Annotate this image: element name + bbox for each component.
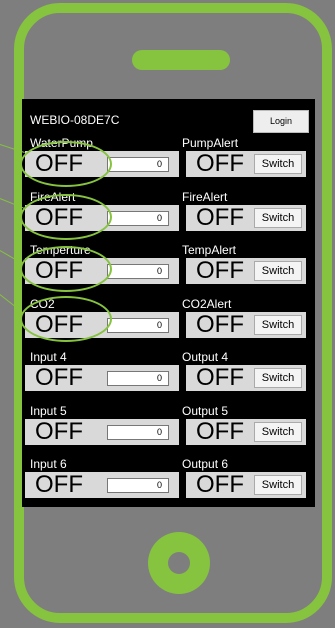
speaker-slot [132, 50, 230, 70]
input-label: Input 4 [30, 350, 67, 364]
output-panel: OFF Switch [186, 257, 306, 284]
output-state: OFF [196, 204, 244, 231]
input-panel: OFF 0 [25, 471, 179, 498]
input-value-field[interactable]: 0 [107, 211, 169, 226]
input-label: Input 5 [30, 404, 67, 418]
output-label: TempAlert [182, 243, 237, 257]
output-label: Output 5 [182, 404, 229, 418]
input-value-field[interactable]: 0 [107, 478, 169, 493]
switch-button[interactable]: Switch [254, 368, 302, 388]
login-button[interactable]: Login [253, 110, 309, 133]
output-panel: OFF Switch [186, 311, 306, 338]
switch-button[interactable]: Switch [254, 208, 302, 228]
output-state: OFF [196, 150, 244, 177]
home-button-icon [148, 532, 210, 594]
input-panel: OFF 0 [25, 364, 179, 391]
switch-button[interactable]: Switch [254, 422, 302, 442]
device-title: WEBIO-08DE7C [30, 113, 120, 127]
output-panel: OFF Switch [186, 150, 306, 177]
highlight-ring-co2 [20, 296, 112, 342]
output-label: Output 4 [182, 350, 229, 364]
switch-button[interactable]: Switch [254, 315, 302, 335]
highlight-ring-waterpump [20, 141, 112, 187]
output-state: OFF [196, 311, 244, 338]
output-state: OFF [196, 418, 244, 445]
highlight-ring-temperture [20, 246, 112, 292]
input-value-field[interactable]: 0 [107, 318, 169, 333]
output-state: OFF [196, 364, 244, 391]
output-panel: OFF Switch [186, 364, 306, 391]
output-label: CO2Alert [182, 297, 232, 311]
input-state: OFF [35, 418, 83, 445]
output-panel: OFF Switch [186, 418, 306, 445]
output-state: OFF [196, 257, 244, 284]
input-label: Input 6 [30, 457, 67, 471]
input-value-field[interactable]: 0 [107, 264, 169, 279]
input-value-field[interactable]: 0 [107, 157, 169, 172]
input-value-field[interactable]: 0 [107, 371, 169, 386]
switch-button[interactable]: Switch [254, 154, 302, 174]
input-state: OFF [35, 364, 83, 391]
output-label: Output 6 [182, 457, 229, 471]
output-label: PumpAlert [182, 136, 239, 150]
switch-button[interactable]: Switch [254, 475, 302, 495]
output-panel: OFF Switch [186, 204, 306, 231]
switch-button[interactable]: Switch [254, 261, 302, 281]
input-state: OFF [35, 471, 83, 498]
output-state: OFF [196, 471, 244, 498]
input-value-field[interactable]: 0 [107, 425, 169, 440]
output-panel: OFF Switch [186, 471, 306, 498]
output-label: FireAlert [182, 190, 228, 204]
input-panel: OFF 0 [25, 418, 179, 445]
highlight-ring-firealert [20, 194, 112, 240]
